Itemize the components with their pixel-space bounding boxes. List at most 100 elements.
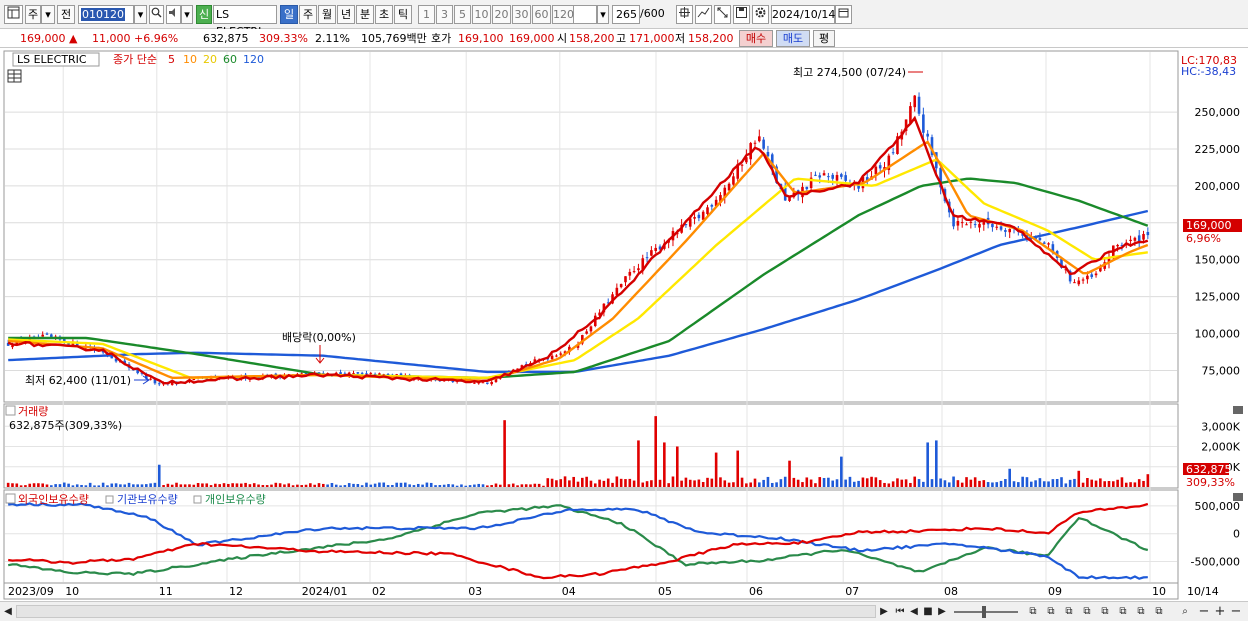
next-page-icon[interactable]: ▶ [936,605,948,618]
speaker-icon[interactable] [166,5,181,24]
zoom-in-icon[interactable]: + [1214,605,1226,618]
candle-body [697,214,701,219]
volume-bar [114,483,118,487]
candle-body [814,174,817,176]
buy-button[interactable]: 매수 [739,30,773,47]
interval-tab-6[interactable]: 60 [532,5,551,24]
interval-dropdown-icon[interactable]: ▾ [597,5,609,24]
eval-button[interactable]: 평 [813,30,835,47]
search-icon[interactable] [149,5,164,24]
candle-body [758,136,761,142]
interval-tab-3[interactable]: 10 [472,5,491,24]
candle-body [822,173,826,176]
x-tick-label: 10 [65,585,79,598]
bar-count-input[interactable]: 265 [612,5,640,24]
crosshair-icon[interactable] [676,5,693,24]
table-icon[interactable] [7,69,22,83]
volume-bar [166,483,170,487]
zoom-out-icon[interactable]: − [1198,605,1210,618]
volume-bar [952,476,955,487]
volume-bar [455,485,459,487]
collapse-icon[interactable]: − [1230,605,1242,618]
tool-icon-4[interactable]: ⧉ [1080,605,1094,618]
volume-panel-toggle[interactable] [5,405,16,416]
save-icon[interactable] [733,5,750,24]
tool-icon-2[interactable]: ⧉ [1044,605,1058,618]
volume-bar [559,479,563,487]
gear-icon[interactable] [752,5,769,24]
holdings-panel[interactable] [3,489,1179,584]
volume-tick-label: 2,000K [1201,441,1240,454]
zoom-slider-thumb[interactable] [982,606,986,618]
volume-bar [654,416,658,487]
magnifier-icon[interactable]: ⌕ [1178,605,1192,618]
candle-body [740,164,744,166]
volume-bar [822,477,826,487]
interval-custom-input[interactable] [573,5,597,24]
date-input[interactable]: 2024/10/14 [771,5,835,24]
volume-bar [494,483,498,487]
tool-icon-1[interactable]: ⧉ [1026,605,1040,618]
period-tab-0[interactable]: 일 [280,5,298,24]
tool-icon-3[interactable]: ⧉ [1062,605,1076,618]
holdings-tick-label: 0 [1233,528,1240,541]
holdings-panel-close-icon[interactable] [1233,493,1243,501]
period-tab-2[interactable]: 월 [318,5,336,24]
date-axis [3,582,1179,600]
volume-bar [412,485,416,487]
market-dropdown-icon[interactable]: ▾ [41,5,55,24]
dividend-annotation: 배당락(0,00%) [282,331,356,344]
tool-icon-5[interactable]: ⧉ [1098,605,1112,618]
scrollbar-track[interactable] [16,605,876,618]
volume-bar [861,477,865,487]
volume-bar [675,446,679,487]
high-label: 고 [616,32,627,45]
prev-page-icon[interactable]: ◀ [908,605,920,618]
stop-icon[interactable]: ■ [922,605,934,618]
interval-tab-0[interactable]: 1 [418,5,435,24]
zoom-icon[interactable] [714,5,731,24]
volume-bar [1064,483,1068,487]
period-tab-5[interactable]: 초 [375,5,393,24]
code-dropdown-icon[interactable]: ▾ [134,5,147,24]
stock-code-input[interactable]: 010120 [78,5,134,24]
interval-tab-7[interactable]: 120 [552,5,574,24]
sell-button[interactable]: 매도 [776,30,810,47]
chart-area[interactable]: 75,000100,000125,000150,000175,000200,00… [0,49,1248,603]
volume-bar [796,479,800,487]
volume-bar [939,478,942,487]
candle-body [991,223,994,228]
view-select[interactable]: 전 [57,5,75,24]
interval-tab-2[interactable]: 5 [454,5,471,24]
interval-tab-5[interactable]: 30 [512,5,531,24]
tool-icon-7[interactable]: ⧉ [1134,605,1148,618]
zoom-slider[interactable] [954,611,1018,613]
volume-bar [1047,481,1050,487]
scroll-right-icon[interactable]: ▶ [878,605,890,618]
interval-tab-1[interactable]: 3 [436,5,453,24]
tool-icon-6[interactable]: ⧉ [1116,605,1130,618]
scroll-left-icon[interactable]: ◀ [2,605,14,618]
period-tab-3[interactable]: 년 [337,5,355,24]
toolbar: 주 ▾ 전 010120 ▾ ▾ 신 LS ELECTRI ▾ 265 /600… [0,0,1248,38]
layout-icon[interactable] [4,5,23,24]
volume-bar [555,480,558,487]
market-select[interactable]: 주 [25,5,41,24]
volume-bar [736,450,740,487]
period-tab-6[interactable]: 틱 [394,5,412,24]
volume-panel-close-icon[interactable] [1233,406,1243,414]
tool-icon-8[interactable]: ⧉ [1152,605,1166,618]
legend-institution: 기관보유수량 [117,493,178,506]
volume-bar [792,477,796,487]
speaker-dropdown-icon[interactable]: ▾ [181,5,193,24]
holdings-panel-toggle[interactable] [5,493,16,504]
volume-bar [183,484,187,487]
interval-tab-4[interactable]: 20 [492,5,511,24]
volume-bar [982,480,986,487]
trendline-icon[interactable] [695,5,712,24]
period-tab-1[interactable]: 주 [299,5,317,24]
first-page-icon[interactable]: ⏮ [894,605,906,618]
period-tab-4[interactable]: 분 [356,5,374,24]
calendar-icon[interactable] [835,5,852,24]
volume-bar [883,482,886,487]
